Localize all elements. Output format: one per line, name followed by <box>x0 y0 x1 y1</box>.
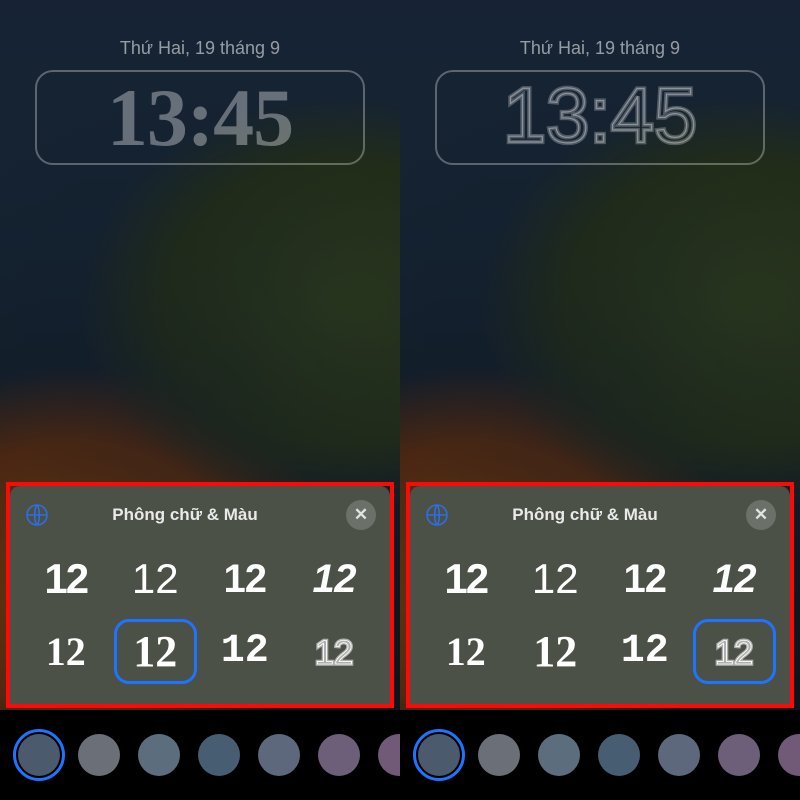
font-sample: 12 <box>444 558 487 600</box>
color-swatch[interactable] <box>778 734 800 776</box>
font-color-panel: Phông chữ & Màu ✕ 121212121212121212 <box>410 486 790 704</box>
panel-title: Phông chữ & Màu <box>424 505 746 525</box>
font-option-serif-heavy[interactable]: 12 <box>114 619 198 684</box>
font-sample: 12 <box>224 559 267 599</box>
color-swatch[interactable] <box>258 734 300 776</box>
lock-date: Thứ Hai, 19 tháng 9 <box>0 38 400 59</box>
panel-highlight: Phông chữ & Màu ✕ 121212121212121212 <box>406 482 794 708</box>
font-option-sans-heavy[interactable]: 12 <box>24 546 108 611</box>
panel-title: Phông chữ & Màu <box>24 505 346 525</box>
color-swatch[interactable] <box>538 734 580 776</box>
font-grid-right: 121212121212121212 <box>424 546 776 684</box>
font-option-sans-heavy[interactable]: 12 <box>424 546 508 611</box>
font-sample: 12 <box>624 559 667 599</box>
screen-left: Thứ Hai, 19 tháng 9 13:45 Phông chữ & Mà… <box>0 0 400 800</box>
font-option-slab[interactable]: 12 <box>603 619 687 684</box>
time-preview[interactable]: 13:45 13:45 <box>435 70 765 165</box>
font-sample: 12 <box>132 558 179 600</box>
close-button[interactable]: ✕ <box>746 500 776 530</box>
font-sample: 12 <box>532 558 579 600</box>
font-sample: 12 <box>621 632 669 672</box>
color-swatches-right <box>400 710 800 800</box>
font-option-rounded[interactable]: 12 <box>603 546 687 611</box>
color-swatch[interactable] <box>598 734 640 776</box>
close-icon: ✕ <box>754 505 768 525</box>
font-sample: 12 <box>446 632 486 672</box>
lock-date: Thứ Hai, 19 tháng 9 <box>400 38 800 59</box>
font-option-outline[interactable]: 1212 <box>293 619 377 684</box>
color-swatch[interactable] <box>198 734 240 776</box>
svg-text:12: 12 <box>315 634 354 672</box>
font-sample: 12 <box>533 630 577 674</box>
color-swatch[interactable] <box>718 734 760 776</box>
color-swatch[interactable] <box>378 734 400 776</box>
color-swatch[interactable] <box>658 734 700 776</box>
color-swatch[interactable] <box>478 734 520 776</box>
color-swatch[interactable] <box>18 734 60 776</box>
font-color-panel: Phông chữ & Màu ✕ 121212121212121212 <box>10 486 390 704</box>
color-swatch[interactable] <box>418 734 460 776</box>
panel-highlight: Phông chữ & Màu ✕ 121212121212121212 <box>6 482 394 708</box>
time-preview[interactable]: 13:45 <box>35 70 365 165</box>
font-sample: 12 <box>713 559 757 599</box>
font-sample: 12 <box>221 632 269 672</box>
font-option-stencil[interactable]: 12 <box>293 546 377 611</box>
screen-right: Thứ Hai, 19 tháng 9 13:45 13:45 Phông ch… <box>400 0 800 800</box>
color-swatch[interactable] <box>138 734 180 776</box>
font-option-slab[interactable]: 12 <box>203 619 287 684</box>
color-swatch[interactable] <box>78 734 120 776</box>
font-sample: 12 <box>313 559 357 599</box>
svg-text:12: 12 <box>715 634 754 672</box>
font-option-serif-med[interactable]: 12 <box>424 619 508 684</box>
font-option-serif-med[interactable]: 12 <box>24 619 108 684</box>
font-sample: 12 <box>44 558 87 600</box>
color-swatch[interactable] <box>318 734 360 776</box>
font-grid-left: 121212121212121212 <box>24 546 376 684</box>
font-option-sans-light[interactable]: 12 <box>514 546 598 611</box>
time-display: 13:45 13:45 <box>445 73 755 163</box>
svg-text:13:45: 13:45 <box>503 73 697 159</box>
close-icon: ✕ <box>354 505 368 525</box>
font-sample: 12 <box>133 630 177 674</box>
font-sample: 12 <box>46 632 86 672</box>
time-display: 13:45 <box>107 77 293 159</box>
font-option-stencil[interactable]: 12 <box>693 546 777 611</box>
font-option-sans-light[interactable]: 12 <box>114 546 198 611</box>
close-button[interactable]: ✕ <box>346 500 376 530</box>
font-option-outline[interactable]: 1212 <box>693 619 777 684</box>
color-swatches-left <box>0 710 400 800</box>
font-option-rounded[interactable]: 12 <box>203 546 287 611</box>
font-option-serif-heavy[interactable]: 12 <box>514 619 598 684</box>
